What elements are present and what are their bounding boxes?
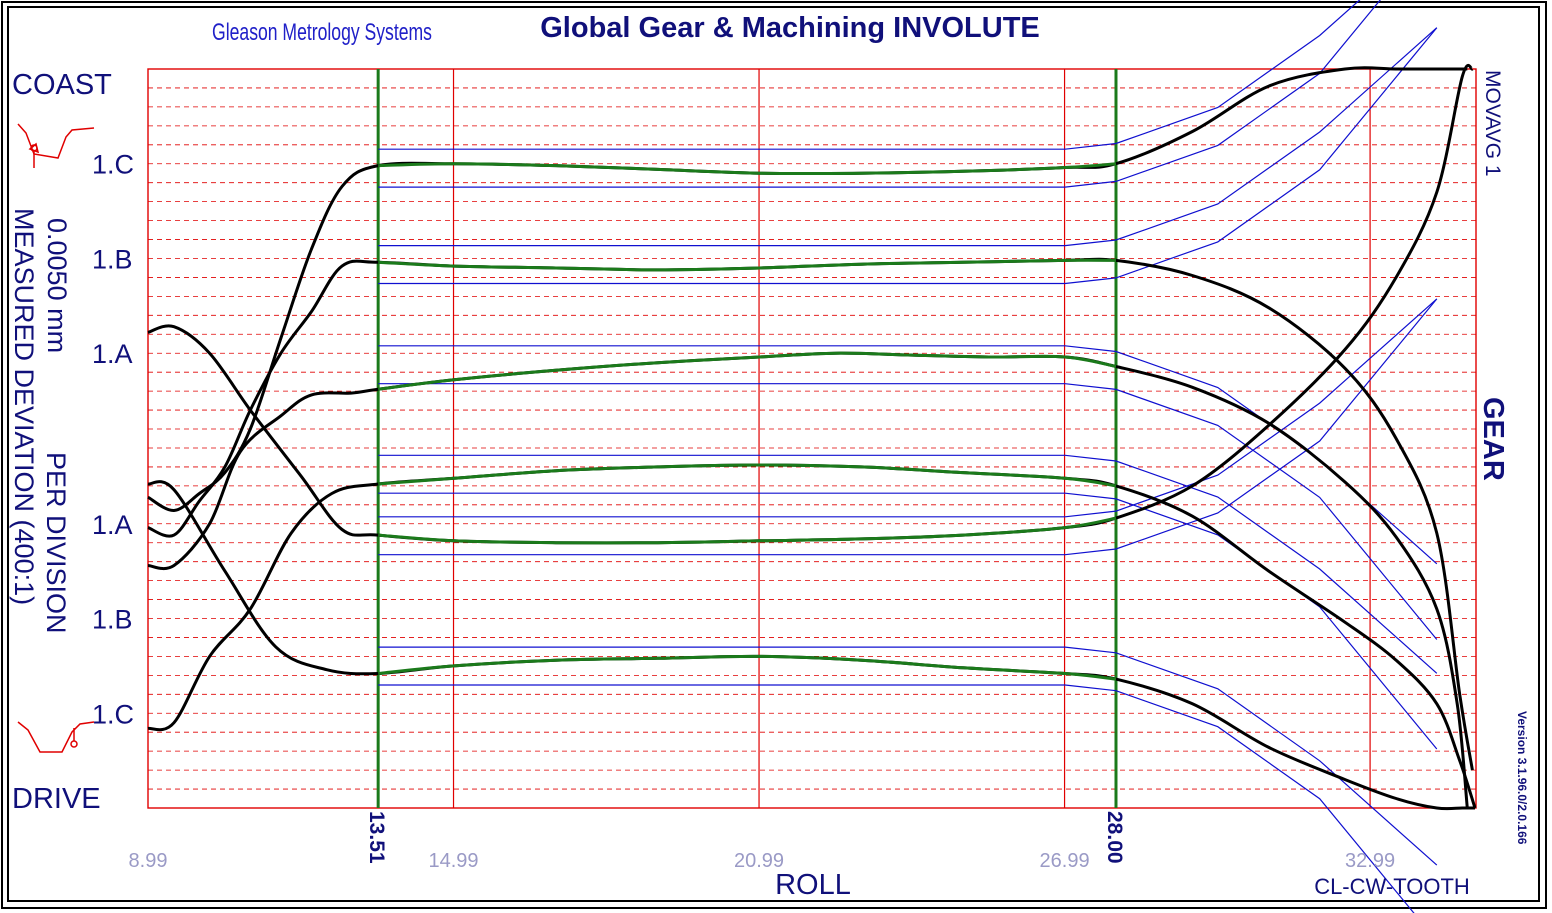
eval-start-label: 13.51 bbox=[365, 811, 388, 864]
trace-evaluated-drive bbox=[378, 258, 1117, 272]
x-tick-label: 8.99 bbox=[129, 850, 168, 872]
tolerance-line bbox=[378, 383, 1438, 640]
trace-drive bbox=[147, 66, 1468, 512]
scale-label-line2: PER DIVISION bbox=[41, 452, 71, 634]
x-tick-label: 32.99 bbox=[1345, 850, 1395, 872]
evaluation-range-lines bbox=[376, 69, 1118, 808]
series-label-drive: 1.B bbox=[92, 605, 133, 635]
x-tick-label: 14.99 bbox=[428, 850, 478, 872]
coast-label: COAST bbox=[12, 69, 112, 101]
x-axis-label: ROLL bbox=[775, 869, 851, 901]
series-label-drive: 1.C bbox=[92, 699, 134, 729]
x-axis-tick-labels: 8.99 14.99 20.99 26.99 32.99 bbox=[129, 850, 1396, 872]
drive-label: DRIVE bbox=[12, 783, 101, 815]
plot-area bbox=[147, 0, 1477, 913]
series-label-coast: 1.C bbox=[92, 150, 134, 180]
tolerance-line bbox=[378, 27, 1438, 247]
trace-drive bbox=[147, 64, 1474, 545]
version-label: Version 3.1.96.0/2.0.166 bbox=[1515, 711, 1529, 845]
tolerance-line bbox=[378, 646, 1438, 866]
grid-major-lines bbox=[452, 69, 1371, 808]
tolerance-line bbox=[378, 492, 1438, 750]
x-tick-label: 26.99 bbox=[1040, 850, 1090, 872]
coast-flank-icon bbox=[17, 123, 95, 168]
series-labels: 1.C 1.B 1.A 1.A 1.B 1.C bbox=[92, 150, 134, 730]
scale-label-line3: MEASURED DEVIATION (400:1) bbox=[9, 208, 39, 605]
tolerance-band-lines bbox=[378, 0, 1438, 913]
tooth-label: CL-CW-TOOTH bbox=[1314, 874, 1470, 899]
series-label-drive: 1.A bbox=[92, 510, 133, 540]
trace-drive bbox=[147, 257, 1474, 771]
drive-flank-icon bbox=[17, 721, 95, 753]
trace-evaluated-coast bbox=[378, 463, 1117, 488]
tolerance-line bbox=[378, 684, 1415, 913]
trace-coast bbox=[147, 480, 1475, 811]
trace-evaluated-drive bbox=[378, 162, 1117, 176]
movavg-label: MOVAVG 1 bbox=[1481, 70, 1504, 177]
eval-end-label: 28.00 bbox=[1103, 811, 1126, 864]
trace-evaluated-drive bbox=[378, 516, 1117, 545]
involute-chart: Gleason Metrology Systems Global Gear & … bbox=[9, 0, 1529, 913]
tolerance-line bbox=[378, 298, 1438, 518]
profile-traces bbox=[147, 64, 1477, 811]
scale-label-line1: 0.0050 mm bbox=[42, 218, 72, 353]
series-label-coast: 1.A bbox=[92, 339, 133, 369]
grid-minor-lines bbox=[148, 87, 1476, 790]
tolerance-line bbox=[378, 454, 1438, 674]
company-logo-text: Gleason Metrology Systems bbox=[212, 19, 432, 45]
series-label-coast: 1.B bbox=[92, 245, 133, 275]
chart-title: Global Gear & Machining INVOLUTE bbox=[540, 12, 1040, 44]
gear-label: GEAR bbox=[1477, 397, 1509, 481]
